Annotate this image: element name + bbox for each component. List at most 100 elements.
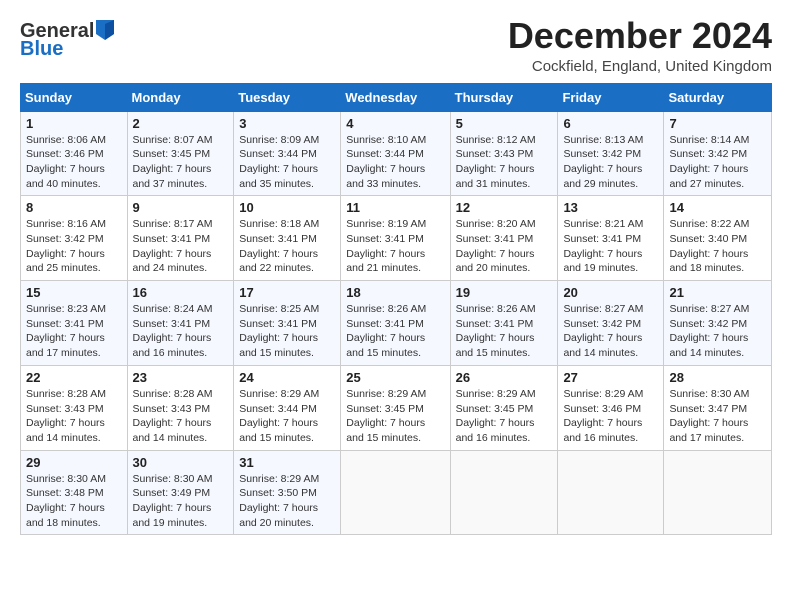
day-info: Sunrise: 8:07 AMSunset: 3:45 PMDaylight:… bbox=[133, 133, 229, 192]
header-tuesday: Tuesday bbox=[234, 83, 341, 111]
calendar-cell: 22 Sunrise: 8:28 AMSunset: 3:43 PMDayligh… bbox=[21, 365, 128, 450]
day-number: 5 bbox=[456, 116, 553, 131]
day-info: Sunrise: 8:20 AMSunset: 3:41 PMDaylight:… bbox=[456, 217, 553, 276]
day-info: Sunrise: 8:30 AMSunset: 3:47 PMDaylight:… bbox=[669, 387, 766, 446]
week-row-2: 8 Sunrise: 8:16 AMSunset: 3:42 PMDaylight… bbox=[21, 196, 772, 281]
day-info: Sunrise: 8:30 AMSunset: 3:48 PMDaylight:… bbox=[26, 472, 122, 531]
day-number: 11 bbox=[346, 200, 444, 215]
calendar-cell: 17 Sunrise: 8:25 AMSunset: 3:41 PMDayligh… bbox=[234, 281, 341, 366]
day-info: Sunrise: 8:25 AMSunset: 3:41 PMDaylight:… bbox=[239, 302, 335, 361]
header-friday: Friday bbox=[558, 83, 664, 111]
calendar-cell: 13Sunrise: 8:21 AMSunset: 3:41 PMDayligh… bbox=[558, 196, 664, 281]
day-info: Sunrise: 8:29 AMSunset: 3:46 PMDaylight:… bbox=[563, 387, 658, 446]
day-info: Sunrise: 8:26 AMSunset: 3:41 PMDaylight:… bbox=[456, 302, 553, 361]
day-info: Sunrise: 8:14 AMSunset: 3:42 PMDaylight:… bbox=[669, 133, 766, 192]
day-number: 24 bbox=[239, 370, 335, 385]
calendar-cell: 24 Sunrise: 8:29 AMSunset: 3:44 PMDayligh… bbox=[234, 365, 341, 450]
calendar-cell: 12Sunrise: 8:20 AMSunset: 3:41 PMDayligh… bbox=[450, 196, 558, 281]
day-number: 19 bbox=[456, 285, 553, 300]
header-area: General Blue December 2024 Cockfield, En… bbox=[20, 16, 772, 75]
calendar-cell bbox=[341, 450, 450, 535]
logo-icon bbox=[96, 20, 114, 40]
day-number: 2 bbox=[133, 116, 229, 131]
day-number: 20 bbox=[563, 285, 658, 300]
day-info: Sunrise: 8:10 AMSunset: 3:44 PMDaylight:… bbox=[346, 133, 444, 192]
day-number: 18 bbox=[346, 285, 444, 300]
logo: General Blue bbox=[20, 20, 114, 60]
day-number: 22 bbox=[26, 370, 122, 385]
calendar-cell: 4 Sunrise: 8:10 AMSunset: 3:44 PMDaylight… bbox=[341, 111, 450, 196]
weekday-header-row: Sunday Monday Tuesday Wednesday Thursday… bbox=[21, 83, 772, 111]
day-number: 30 bbox=[133, 455, 229, 470]
day-number: 6 bbox=[563, 116, 658, 131]
calendar-cell: 14Sunrise: 8:22 AMSunset: 3:40 PMDayligh… bbox=[664, 196, 772, 281]
day-info: Sunrise: 8:13 AMSunset: 3:42 PMDaylight:… bbox=[563, 133, 658, 192]
header-monday: Monday bbox=[127, 83, 234, 111]
day-number: 29 bbox=[26, 455, 122, 470]
title-area: December 2024 Cockfield, England, United… bbox=[508, 16, 772, 75]
calendar-cell: 5 Sunrise: 8:12 AMSunset: 3:43 PMDaylight… bbox=[450, 111, 558, 196]
day-info: Sunrise: 8:12 AMSunset: 3:43 PMDaylight:… bbox=[456, 133, 553, 192]
day-info: Sunrise: 8:16 AMSunset: 3:42 PMDaylight:… bbox=[26, 217, 122, 276]
day-number: 1 bbox=[26, 116, 122, 131]
day-info: Sunrise: 8:27 AMSunset: 3:42 PMDaylight:… bbox=[669, 302, 766, 361]
calendar-cell: 21 Sunrise: 8:27 AMSunset: 3:42 PMDayligh… bbox=[664, 281, 772, 366]
day-number: 17 bbox=[239, 285, 335, 300]
day-number: 13 bbox=[563, 200, 658, 215]
header-saturday: Saturday bbox=[664, 83, 772, 111]
calendar-cell: 7 Sunrise: 8:14 AMSunset: 3:42 PMDaylight… bbox=[664, 111, 772, 196]
calendar-cell: 3Sunrise: 8:09 AMSunset: 3:44 PMDaylight… bbox=[234, 111, 341, 196]
day-info: Sunrise: 8:17 AMSunset: 3:41 PMDaylight:… bbox=[133, 217, 229, 276]
calendar-cell: 1Sunrise: 8:06 AMSunset: 3:46 PMDaylight… bbox=[21, 111, 128, 196]
day-number: 26 bbox=[456, 370, 553, 385]
header-wednesday: Wednesday bbox=[341, 83, 450, 111]
week-row-3: 15 Sunrise: 8:23 AMSunset: 3:41 PMDayligh… bbox=[21, 281, 772, 366]
calendar-cell: 11 Sunrise: 8:19 AMSunset: 3:41 PMDayligh… bbox=[341, 196, 450, 281]
day-info: Sunrise: 8:23 AMSunset: 3:41 PMDaylight:… bbox=[26, 302, 122, 361]
calendar-cell: 16 Sunrise: 8:24 AMSunset: 3:41 PMDayligh… bbox=[127, 281, 234, 366]
day-number: 15 bbox=[26, 285, 122, 300]
day-info: Sunrise: 8:26 AMSunset: 3:41 PMDaylight:… bbox=[346, 302, 444, 361]
calendar-cell: 27Sunrise: 8:29 AMSunset: 3:46 PMDayligh… bbox=[558, 365, 664, 450]
calendar-cell bbox=[664, 450, 772, 535]
day-number: 4 bbox=[346, 116, 444, 131]
day-info: Sunrise: 8:29 AMSunset: 3:45 PMDaylight:… bbox=[456, 387, 553, 446]
day-info: Sunrise: 8:29 AMSunset: 3:44 PMDaylight:… bbox=[239, 387, 335, 446]
day-number: 8 bbox=[26, 200, 122, 215]
calendar-cell bbox=[450, 450, 558, 535]
calendar-cell: 23Sunrise: 8:28 AMSunset: 3:43 PMDayligh… bbox=[127, 365, 234, 450]
calendar-cell: 25 Sunrise: 8:29 AMSunset: 3:45 PMDayligh… bbox=[341, 365, 450, 450]
calendar-cell: 8 Sunrise: 8:16 AMSunset: 3:42 PMDaylight… bbox=[21, 196, 128, 281]
day-info: Sunrise: 8:24 AMSunset: 3:41 PMDaylight:… bbox=[133, 302, 229, 361]
day-number: 9 bbox=[133, 200, 229, 215]
calendar-cell: 2 Sunrise: 8:07 AMSunset: 3:45 PMDaylight… bbox=[127, 111, 234, 196]
day-number: 21 bbox=[669, 285, 766, 300]
day-number: 28 bbox=[669, 370, 766, 385]
month-title: December 2024 bbox=[508, 16, 772, 56]
day-number: 16 bbox=[133, 285, 229, 300]
calendar-cell: 9 Sunrise: 8:17 AMSunset: 3:41 PMDaylight… bbox=[127, 196, 234, 281]
page: General Blue December 2024 Cockfield, En… bbox=[0, 0, 792, 612]
calendar-cell bbox=[558, 450, 664, 535]
day-info: Sunrise: 8:28 AMSunset: 3:43 PMDaylight:… bbox=[26, 387, 122, 446]
day-number: 25 bbox=[346, 370, 444, 385]
week-row-1: 1Sunrise: 8:06 AMSunset: 3:46 PMDaylight… bbox=[21, 111, 772, 196]
day-number: 7 bbox=[669, 116, 766, 131]
header-sunday: Sunday bbox=[21, 83, 128, 111]
calendar-cell: 18 Sunrise: 8:26 AMSunset: 3:41 PMDayligh… bbox=[341, 281, 450, 366]
day-number: 31 bbox=[239, 455, 335, 470]
day-info: Sunrise: 8:27 AMSunset: 3:42 PMDaylight:… bbox=[563, 302, 658, 361]
day-info: Sunrise: 8:18 AMSunset: 3:41 PMDaylight:… bbox=[239, 217, 335, 276]
calendar-cell: 29 Sunrise: 8:30 AMSunset: 3:48 PMDayligh… bbox=[21, 450, 128, 535]
day-info: Sunrise: 8:19 AMSunset: 3:41 PMDaylight:… bbox=[346, 217, 444, 276]
calendar-cell: 15 Sunrise: 8:23 AMSunset: 3:41 PMDayligh… bbox=[21, 281, 128, 366]
calendar-cell: 31 Sunrise: 8:29 AMSunset: 3:50 PMDayligh… bbox=[234, 450, 341, 535]
day-info: Sunrise: 8:28 AMSunset: 3:43 PMDaylight:… bbox=[133, 387, 229, 446]
calendar-cell: 10Sunrise: 8:18 AMSunset: 3:41 PMDayligh… bbox=[234, 196, 341, 281]
calendar-cell: 20 Sunrise: 8:27 AMSunset: 3:42 PMDayligh… bbox=[558, 281, 664, 366]
calendar: Sunday Monday Tuesday Wednesday Thursday… bbox=[20, 83, 772, 536]
day-info: Sunrise: 8:29 AMSunset: 3:45 PMDaylight:… bbox=[346, 387, 444, 446]
location: Cockfield, England, United Kingdom bbox=[508, 58, 772, 75]
calendar-cell: 26 Sunrise: 8:29 AMSunset: 3:45 PMDayligh… bbox=[450, 365, 558, 450]
day-info: Sunrise: 8:29 AMSunset: 3:50 PMDaylight:… bbox=[239, 472, 335, 531]
